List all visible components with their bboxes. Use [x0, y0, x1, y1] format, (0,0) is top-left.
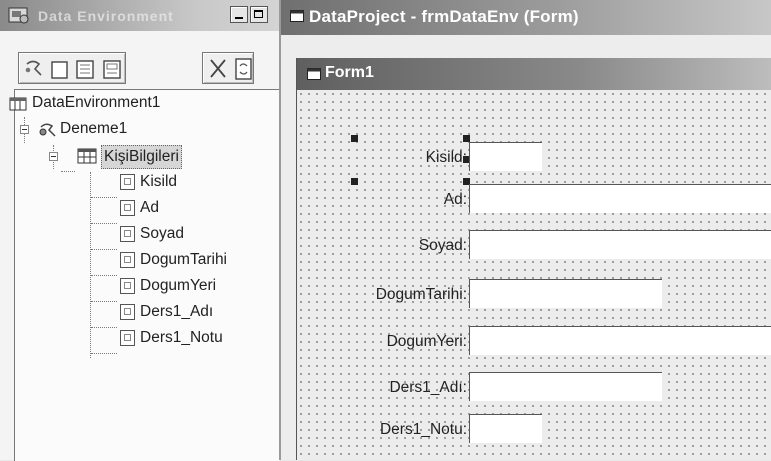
- properties-icon[interactable]: [103, 60, 121, 79]
- textbox-ad[interactable]: [469, 184, 771, 213]
- field-label: Soyad: [140, 225, 184, 242]
- form1-titlebar[interactable]: Form1: [297, 58, 771, 90]
- field-label-ad: Ad:: [443, 191, 467, 208]
- selection-handle[interactable]: [351, 178, 358, 185]
- field-label: DogumTarihi: [140, 251, 228, 268]
- form-designer-titlebar[interactable]: DataProject - frmDataEnv (Form): [281, 0, 771, 35]
- field-label-dogumtarihi: DogumTarihi:: [375, 286, 467, 303]
- tree-item-data-environment[interactable]: DataEnvironment1: [9, 92, 275, 114]
- maximize-button[interactable]: [250, 6, 268, 23]
- data-environment-window-title: Data Environment: [38, 8, 174, 24]
- tree-label-root: DataEnvironment1: [32, 94, 161, 111]
- textbox-dogumyeri[interactable]: [469, 326, 771, 355]
- collapse-toggle[interactable]: [20, 125, 29, 134]
- data-environment-titlebar[interactable]: Data Environment: [0, 0, 279, 31]
- data-environment-toolbar: [0, 52, 279, 90]
- connection-icon: [39, 123, 56, 137]
- refresh-icon[interactable]: [235, 58, 252, 80]
- field-icon: [120, 200, 135, 216]
- form-designer-window: DataProject - frmDataEnv (Form) Form1 Ki…: [281, 0, 771, 460]
- form1-window[interactable]: Form1 Kisild: Ad: Soyad: DogumTarihi: Do…: [296, 58, 771, 460]
- field-label-soyad: Soyad:: [418, 237, 467, 254]
- field-icon: [120, 330, 135, 346]
- form1-title: Form1: [325, 64, 374, 81]
- field-icon: [120, 304, 135, 320]
- tree-item-field[interactable]: DogumTarihi: [15, 249, 275, 271]
- tree-guide: [91, 353, 117, 354]
- tree-label-command: KişiBilgileri: [101, 145, 182, 169]
- tree-item-connection[interactable]: Deneme1: [15, 118, 275, 140]
- data-environment-tree: DataEnvironment1 Deneme1 KişiBilgileri K…: [9, 89, 280, 461]
- field-label-kisild: Kisild:: [425, 149, 467, 166]
- data-environment-icon: [9, 97, 27, 111]
- textbox-dogumtarihi[interactable]: [469, 279, 662, 308]
- data-environment-window: Data Environment DataEnvironment1 Deneme…: [0, 0, 280, 461]
- field-label: Ders1_Notu: [140, 329, 223, 346]
- form-icon: [290, 10, 304, 22]
- table-icon: [77, 148, 97, 164]
- field-label: Ders1_Adı: [140, 303, 214, 320]
- field-label: Ad: [140, 199, 159, 216]
- tree-item-command[interactable]: KişiBilgileri: [15, 145, 275, 169]
- tree-item-field[interactable]: DogumYeri: [15, 275, 275, 297]
- minimize-button[interactable]: [230, 6, 248, 23]
- tree-item-field[interactable]: Kisild: [15, 171, 275, 193]
- field-icon: [120, 174, 135, 190]
- toolbar-group: [18, 52, 126, 84]
- textbox-ders1-notu[interactable]: [469, 414, 542, 443]
- field-label-ders1-adi: Ders1_Adı:: [389, 379, 467, 396]
- tree-label-connection: Deneme1: [60, 120, 128, 137]
- form-designer-title: DataProject - frmDataEnv (Form): [309, 7, 579, 26]
- field-label: Kisild: [140, 173, 178, 190]
- field-label-ders1-notu: Ders1_Notu:: [379, 421, 467, 438]
- selection-handle[interactable]: [351, 135, 358, 142]
- tree-item-field[interactable]: Ders1_Notu: [15, 327, 275, 349]
- collapse-toggle[interactable]: [49, 152, 58, 161]
- delete-icon[interactable]: [210, 59, 226, 78]
- tree-item-field[interactable]: Ad: [15, 197, 275, 219]
- add-connection-icon[interactable]: [25, 60, 42, 76]
- field-icon: [120, 278, 135, 294]
- field-icon: [120, 226, 135, 242]
- view-code-icon[interactable]: [76, 60, 94, 79]
- toolbar-group-2: [202, 52, 254, 84]
- data-environment-app-icon: [8, 7, 29, 24]
- tree-item-field[interactable]: Ders1_Adı: [15, 301, 275, 323]
- textbox-soyad[interactable]: [469, 230, 771, 259]
- form-design-grid[interactable]: Kisild: Ad: Soyad: DogumTarihi: DogumYer…: [297, 90, 771, 460]
- form-icon: [307, 68, 321, 80]
- tree-item-field[interactable]: Soyad: [15, 223, 275, 245]
- textbox-kisild[interactable]: [469, 142, 542, 171]
- field-label: DogumYeri: [140, 277, 217, 294]
- textbox-ders1-adi[interactable]: [469, 372, 662, 401]
- field-icon: [120, 252, 135, 268]
- field-label-dogumyeri: DogumYeri:: [386, 333, 467, 350]
- selection-handle[interactable]: [463, 135, 470, 142]
- add-command-icon[interactable]: [51, 61, 68, 79]
